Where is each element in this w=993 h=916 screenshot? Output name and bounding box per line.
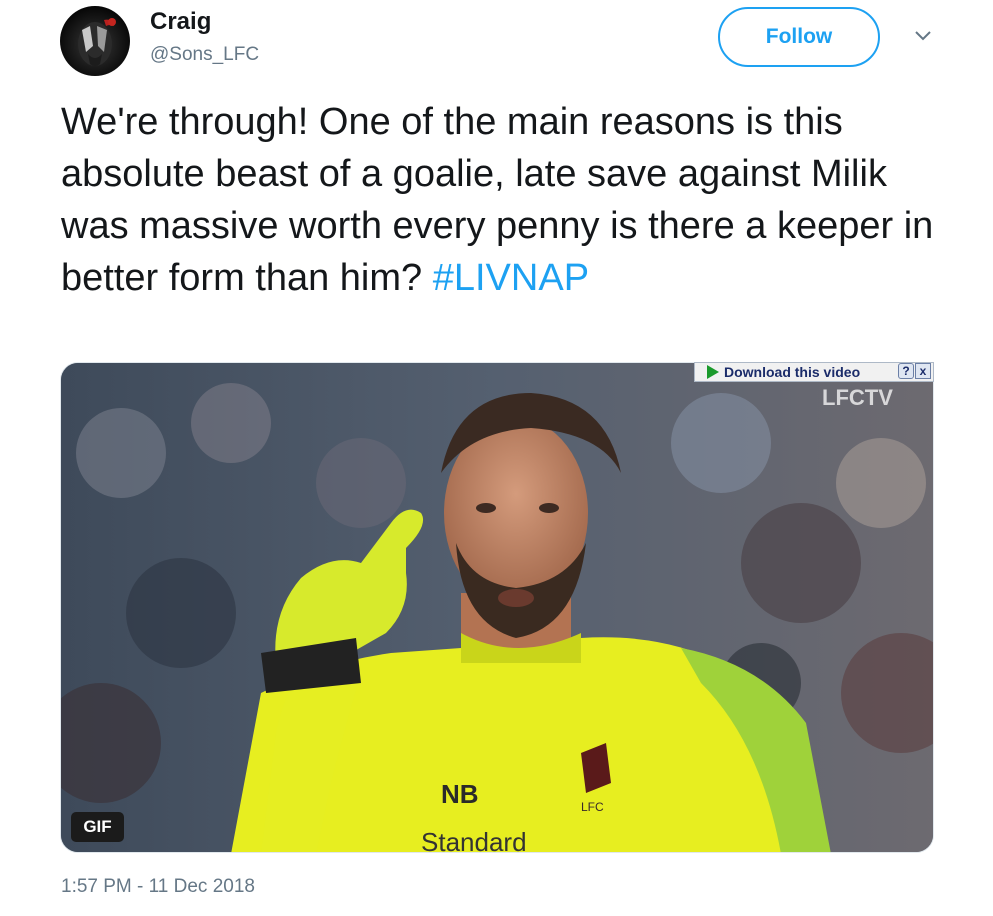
play-icon	[707, 365, 719, 379]
chevron-down-icon[interactable]	[912, 28, 934, 44]
follow-button[interactable]: Follow	[718, 7, 880, 67]
lfc-crest-label: LFC	[581, 800, 604, 814]
close-icon[interactable]: x	[915, 363, 931, 379]
sponsor-text: Standard	[421, 827, 527, 853]
download-label: Download this video	[724, 364, 861, 380]
avatar-icon	[78, 18, 116, 66]
tweet-text: We're through! One of the main reasons i…	[61, 96, 961, 304]
author-name[interactable]: Craig	[150, 8, 211, 36]
help-icon[interactable]: ?	[898, 363, 914, 379]
gif-badge: GIF	[71, 812, 124, 842]
author-handle[interactable]: @Sons_LFC	[150, 44, 259, 66]
avatar[interactable]	[60, 6, 130, 76]
goalkeeper-image: NB LFC Standard	[61, 363, 933, 853]
tweet-media-gif[interactable]: NB LFC Standard	[60, 362, 934, 853]
lfctv-watermark: LFCTV	[822, 385, 893, 410]
hashtag-link[interactable]: #LIVNAP	[433, 257, 589, 299]
nb-logo: NB	[441, 779, 479, 809]
tweet-timestamp[interactable]: 1:57 PM - 11 Dec 2018	[61, 876, 255, 898]
